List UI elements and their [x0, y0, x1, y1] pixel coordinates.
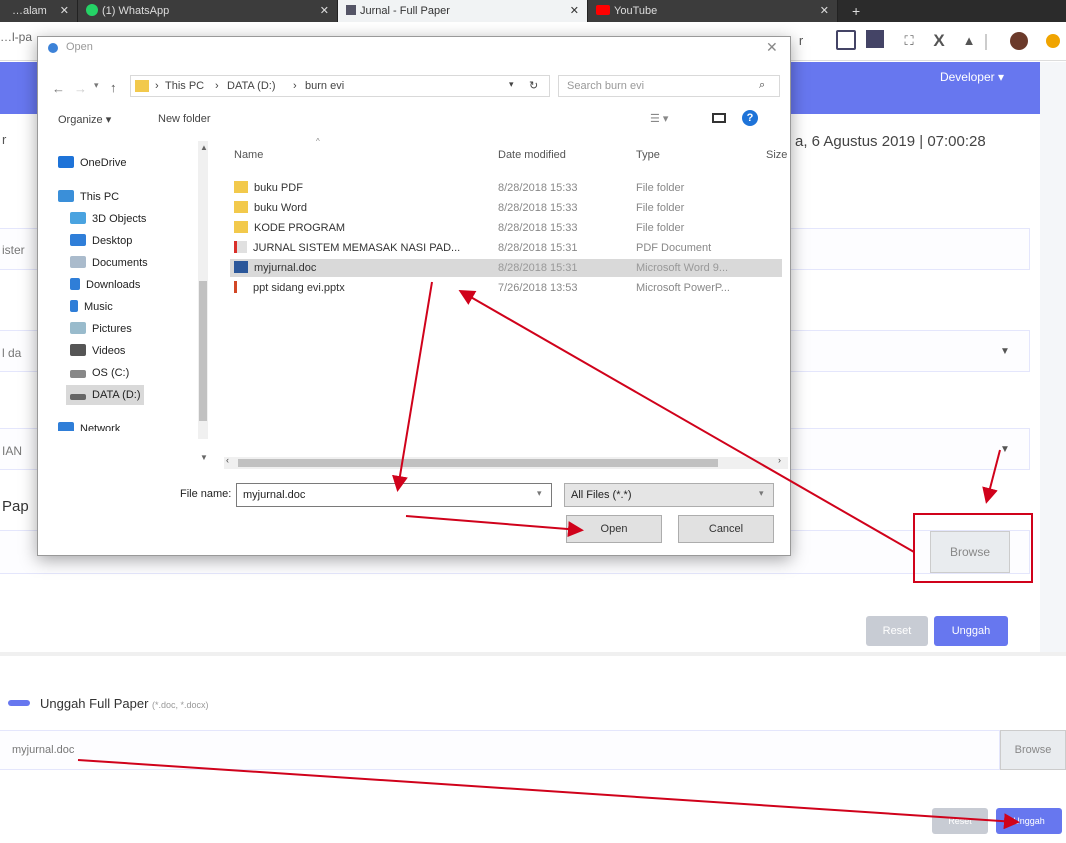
annotation-arrow — [77, 759, 1020, 830]
annotation-arrow — [458, 290, 915, 553]
annotation-arrow — [982, 449, 1001, 504]
highlight-box — [913, 513, 1033, 583]
annotation-arrow — [405, 515, 584, 538]
annotation-arrow — [392, 281, 433, 492]
annotation-overlay — [77, 281, 1033, 830]
